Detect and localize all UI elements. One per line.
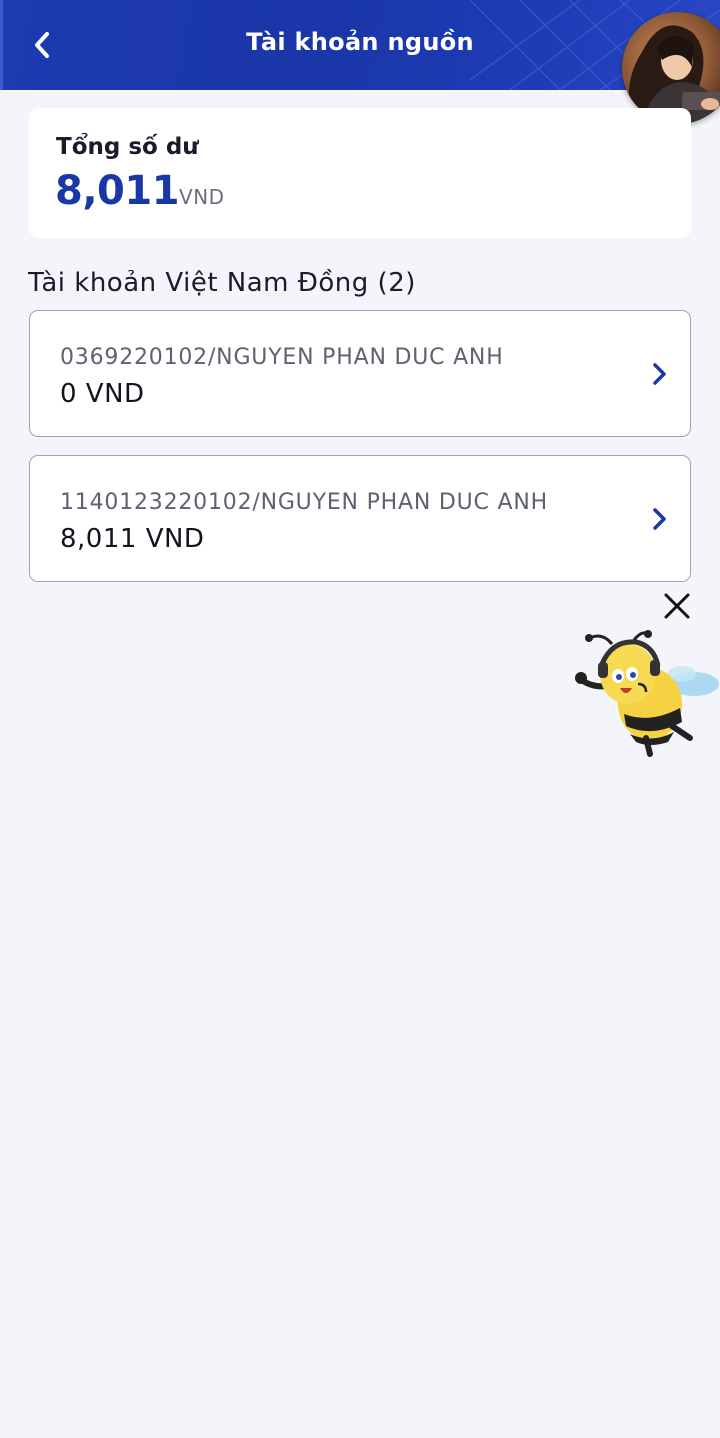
page-title: Tài khoản nguồn [246, 28, 474, 56]
account-item[interactable]: 0369220102/NGUYEN PHAN DUC ANH 0 VND [29, 310, 691, 437]
total-balance-card: Tổng số dư 8,011VND [29, 108, 691, 238]
account-balance: 8,011 VND [60, 524, 205, 554]
account-balance: 0 VND [60, 379, 145, 409]
chevron-right-icon [653, 508, 666, 530]
total-balance-amount: 8,011VND [55, 168, 225, 214]
account-name: 1140123220102/NGUYEN PHAN DUC ANH [60, 490, 548, 515]
account-name: 0369220102/NGUYEN PHAN DUC ANH [60, 345, 504, 370]
close-icon [664, 593, 690, 619]
top-app-bar: Tài khoản nguồn [0, 0, 720, 90]
total-balance-currency: VND [179, 185, 225, 209]
assistant-mascot[interactable] [572, 626, 720, 760]
chevron-right-icon [653, 363, 666, 385]
section-title: Tài khoản Việt Nam Đồng (2) [28, 268, 416, 298]
total-balance-label: Tổng số dư [56, 134, 199, 160]
bee-mascot-icon [575, 630, 719, 757]
close-assistant-button[interactable] [660, 589, 694, 623]
account-item[interactable]: 1140123220102/NGUYEN PHAN DUC ANH 8,011 … [29, 455, 691, 582]
total-balance-value: 8,011 [55, 168, 180, 214]
